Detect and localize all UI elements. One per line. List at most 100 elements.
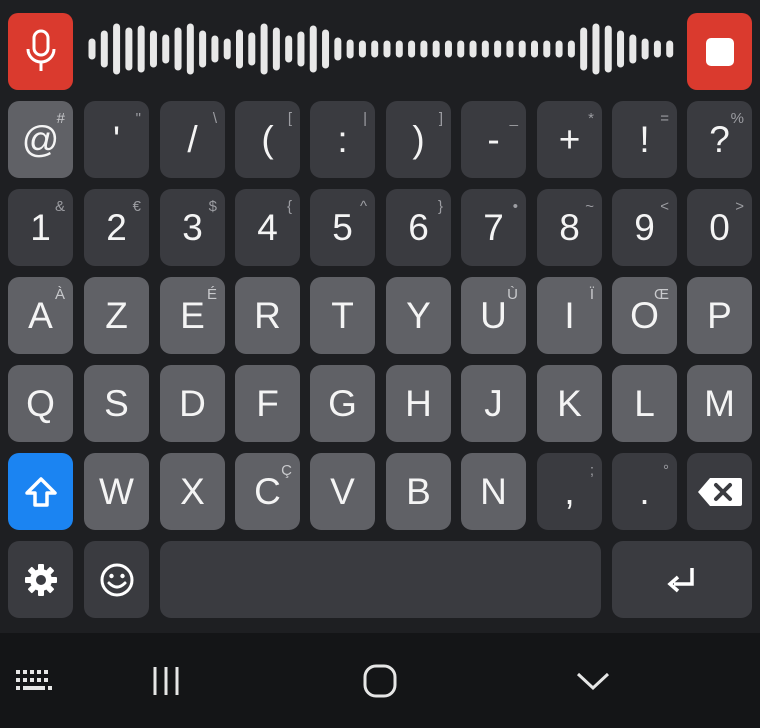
key-punctuation[interactable]: ,; [537, 453, 602, 530]
key-letter[interactable]: P [687, 277, 752, 354]
key-label: T [331, 295, 354, 336]
key-label: B [406, 471, 431, 512]
key-label: X [180, 471, 205, 512]
key-label: ) [412, 119, 425, 160]
key-label: 2 [106, 207, 127, 248]
key-secondary-label: > [735, 198, 744, 215]
key-secondary-label: # [56, 110, 65, 127]
microphone-icon [26, 29, 55, 71]
key-letter[interactable]: CÇ [235, 453, 300, 530]
key-symbol[interactable]: ! = [612, 101, 677, 178]
key-secondary-label: Œ [654, 286, 669, 303]
key-number[interactable]: 4{ [235, 189, 300, 266]
space-bar[interactable] [160, 541, 601, 618]
key-label: Q [26, 383, 55, 424]
key-letter[interactable]: J [461, 365, 526, 442]
key-number[interactable]: 8 ~ [537, 189, 602, 266]
key-letter[interactable]: F [235, 365, 300, 442]
key-letter[interactable]: X [160, 453, 225, 530]
key-letter[interactable]: L [612, 365, 677, 442]
key-letter[interactable]: G [310, 365, 375, 442]
key-secondary-label: À [54, 286, 65, 303]
key-label: ? [709, 119, 730, 160]
key-letter[interactable]: OŒ [612, 277, 677, 354]
key-secondary-label: ° [663, 462, 669, 479]
key-secondary-label: * [588, 110, 594, 127]
emoji-key[interactable] [84, 541, 149, 618]
key-secondary-label: % [730, 110, 744, 127]
voice-waveform [88, 23, 674, 75]
key-secondary-label: { [286, 198, 292, 215]
backspace-key[interactable] [687, 453, 752, 530]
key-label: , [564, 471, 575, 512]
key-label: C [254, 471, 281, 512]
key-secondary-label: ; [589, 462, 594, 479]
recent-apps-button[interactable] [141, 661, 191, 701]
key-letter[interactable]: B [386, 453, 451, 530]
key-label: ( [261, 119, 274, 160]
key-letter[interactable]: T [310, 277, 375, 354]
key-letter[interactable]: Z [84, 277, 149, 354]
key-letter[interactable]: EÉ [160, 277, 225, 354]
key-symbol[interactable]: - _ [461, 101, 526, 178]
key-letter[interactable]: D [160, 365, 225, 442]
key-letter[interactable]: S [84, 365, 149, 442]
key-letter[interactable]: W [84, 453, 149, 530]
key-label: E [180, 295, 205, 336]
key-label: R [254, 295, 281, 336]
key-label: U [480, 295, 507, 336]
shift-key[interactable] [8, 453, 73, 530]
key-letter[interactable]: V [310, 453, 375, 530]
key-number[interactable]: 6} [386, 189, 451, 266]
enter-key[interactable] [612, 541, 752, 618]
recent-apps-icon [153, 667, 179, 695]
microphone-button[interactable] [8, 13, 73, 90]
key-symbol[interactable]: + * [537, 101, 602, 178]
key-symbol[interactable]: ?% [687, 101, 752, 178]
hide-keyboard-button[interactable] [568, 663, 618, 699]
key-letter[interactable]: M [687, 365, 752, 442]
settings-key[interactable] [8, 541, 73, 618]
home-icon [363, 664, 397, 698]
key-label: 1 [30, 207, 51, 248]
key-letter[interactable]: N [461, 453, 526, 530]
key-symbol[interactable]: / \ [160, 101, 225, 178]
key-label: 4 [257, 207, 278, 248]
key-number[interactable]: 0 > [687, 189, 752, 266]
key-secondary-label: • [512, 198, 518, 215]
stop-recording-button[interactable] [687, 13, 752, 90]
key-label: M [704, 383, 735, 424]
key-symbol[interactable]: ' " [84, 101, 149, 178]
key-letter[interactable]: R [235, 277, 300, 354]
keyboard-switch-button[interactable] [10, 661, 58, 701]
key-symbol[interactable]: ([ [235, 101, 300, 178]
key-punctuation[interactable]: . ° [612, 453, 677, 530]
key-letter[interactable]: Y [386, 277, 451, 354]
key-letter[interactable]: Q [8, 365, 73, 442]
key-letter[interactable]: H [386, 365, 451, 442]
key-secondary-label: ^ [359, 198, 367, 215]
hide-keyboard-icon [576, 672, 610, 691]
key-label: / [187, 119, 198, 160]
key-secondary-label: = [660, 110, 669, 127]
key-label: 0 [709, 207, 730, 248]
key-label: ! [639, 119, 650, 160]
key-symbol[interactable]: )] [386, 101, 451, 178]
key-letter[interactable]: UÙ [461, 277, 526, 354]
key-number[interactable]: 1 & [8, 189, 73, 266]
key-number[interactable]: 9 < [612, 189, 677, 266]
key-number[interactable]: 5 ^ [310, 189, 375, 266]
key-secondary-label: Ç [281, 462, 292, 479]
key-symbol[interactable]: : | [310, 101, 375, 178]
key-symbol[interactable]: @ # [8, 101, 73, 178]
key-label: . [639, 471, 650, 512]
key-number[interactable]: 3 $ [160, 189, 225, 266]
key-secondary-label: } [437, 198, 443, 215]
key-number[interactable]: 2 € [84, 189, 149, 266]
key-letter[interactable]: AÀ [8, 277, 73, 354]
key-number[interactable]: 7 • [461, 189, 526, 266]
key-label: I [564, 295, 575, 336]
key-letter[interactable]: IÏ [537, 277, 602, 354]
home-button[interactable] [355, 659, 405, 703]
key-letter[interactable]: K [537, 365, 602, 442]
